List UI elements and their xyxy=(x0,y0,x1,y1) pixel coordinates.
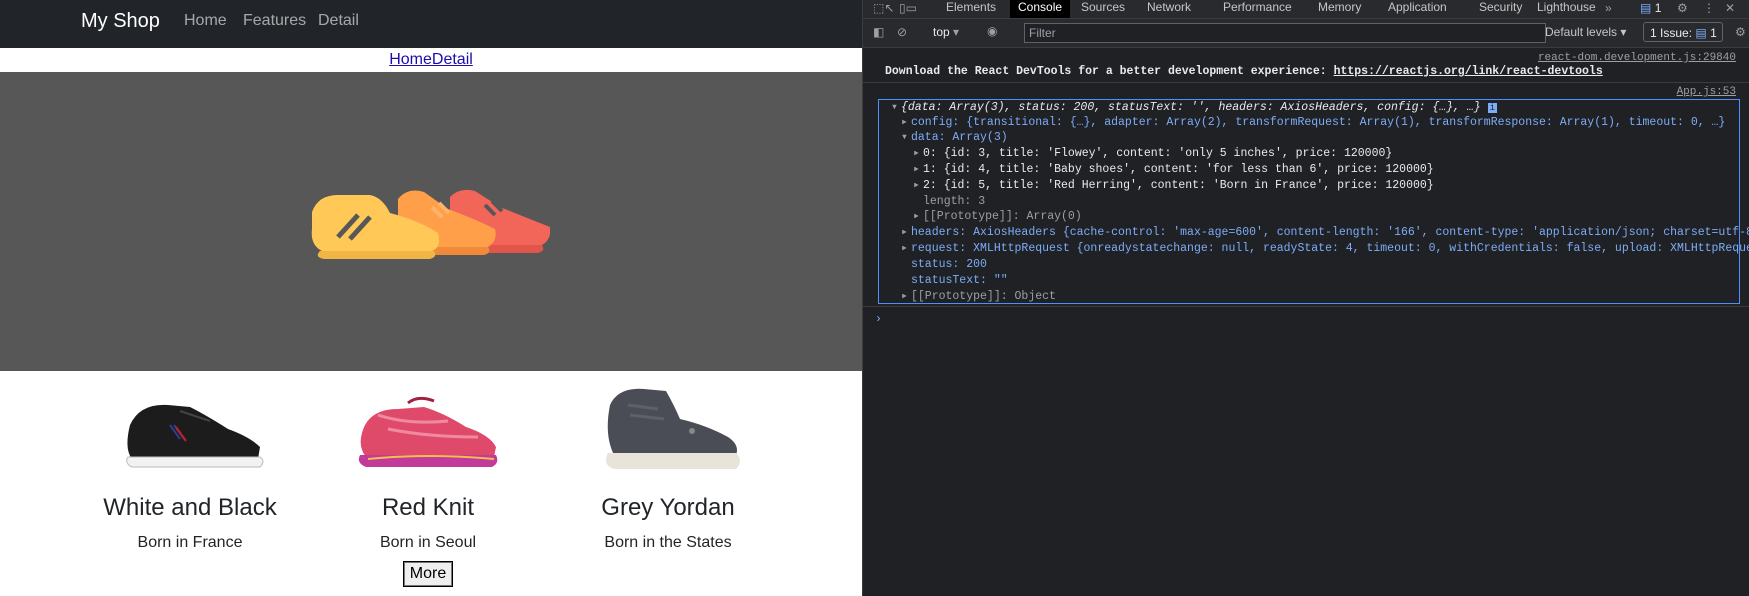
caret-down-icon[interactable]: ▾ xyxy=(901,130,911,146)
tab-network[interactable]: Network xyxy=(1139,0,1199,18)
tree-row-data[interactable]: ▾ data: Array(3) xyxy=(901,130,1749,146)
divider xyxy=(863,82,1749,83)
message-icon: ▤ xyxy=(1695,26,1707,40)
console-output: react-dom.development.js:29840 Download … xyxy=(863,48,1749,596)
brand-logo[interactable]: My Shop xyxy=(81,8,160,34)
tab-security[interactable]: Security xyxy=(1471,0,1530,18)
product-title: Red Knit xyxy=(381,494,475,521)
caret-right-icon[interactable]: ▸ xyxy=(913,209,923,225)
console-prompt[interactable]: › xyxy=(875,312,1749,328)
web-page: My Shop Home Features Detail HomeDetail xyxy=(0,0,862,596)
tree-row-proto[interactable]: ▸ [[Prototype]]: Object xyxy=(901,289,1749,305)
product-title: Grey Yordan xyxy=(601,494,735,521)
issues-button[interactable]: 1 Issue: ▤ 1 xyxy=(1643,22,1723,42)
divider xyxy=(863,306,1749,307)
product-content: Born in France xyxy=(137,534,243,551)
filter-input[interactable]: Filter xyxy=(1024,23,1546,43)
caret-right-icon[interactable]: ▸ xyxy=(901,225,911,241)
log-object-summary[interactable]: ▾ {data: Array(3), status: 200, statusTex… xyxy=(891,100,1749,116)
tree-row-config[interactable]: ▸ config: {transitional: {…}, adapter: Ar… xyxy=(901,115,1749,131)
red-knit-sneaker-image xyxy=(358,396,498,467)
caret-right-icon[interactable]: ▸ xyxy=(901,241,911,257)
tree-row-headers[interactable]: ▸ headers: AxiosHeaders {cache-control: '… xyxy=(901,225,1749,241)
clear-console-icon[interactable]: ⊘ xyxy=(897,25,907,39)
tree-row-data-item[interactable]: ▸ 2: {id: 5, title: 'Red Herring', conten… xyxy=(913,178,1749,194)
detail-link[interactable]: Detail xyxy=(432,51,473,68)
console-source-link: App.js:53 xyxy=(1676,86,1736,98)
devtools-link[interactable]: https://reactjs.org/link/react-devtools xyxy=(1334,65,1603,78)
tree-row-status: status: 200 xyxy=(911,258,987,271)
console-message: Download the React DevTools for a better… xyxy=(885,65,1603,78)
product-content: Born in the States xyxy=(604,534,732,551)
link-bar: HomeDetail xyxy=(0,48,862,72)
black-sneaker-image xyxy=(126,404,264,468)
tab-lighthouse[interactable]: Lighthouse xyxy=(1529,0,1604,18)
tab-application[interactable]: Application xyxy=(1380,0,1455,18)
settings-icon[interactable]: ⚙ xyxy=(1735,25,1746,39)
tree-row-data-item[interactable]: ▸ 0: {id: 3, title: 'Flowey', content: 'o… xyxy=(913,146,1749,162)
caret-right-icon[interactable]: ▸ xyxy=(901,289,911,305)
tree-row-data-proto[interactable]: ▸ [[Prototype]]: Array(0) xyxy=(913,209,1749,225)
caret-right-icon[interactable]: ▸ xyxy=(913,178,923,194)
product-card[interactable]: Red Knit Born in Seoul xyxy=(308,385,548,553)
eye-icon[interactable]: ◉ xyxy=(987,24,997,38)
chevron-down-icon: ▾ xyxy=(953,25,960,39)
tree-row-length: length: 3 xyxy=(923,195,986,208)
kebab-menu-icon[interactable]: ⋮ xyxy=(1703,1,1715,15)
nav-link-features[interactable]: Features xyxy=(243,10,306,32)
tab-elements[interactable]: Elements xyxy=(938,0,1004,18)
caret-down-icon[interactable]: ▾ xyxy=(891,100,901,116)
tree-row-data-item[interactable]: ▸ 1: {id: 4, title: 'Baby shoes', content… xyxy=(913,162,1749,178)
info-icon: i xyxy=(1487,103,1498,113)
product-card[interactable]: Grey Yordan Born in the States xyxy=(548,385,788,553)
sneakers-logo-icon xyxy=(311,189,550,259)
sidebar-toggle-icon[interactable]: ◧ xyxy=(873,25,884,39)
product-card[interactable]: White and Black Born in France xyxy=(70,385,310,553)
devtools-panel: ⬚↖ ▯▭ Elements Console Sources Network P… xyxy=(862,0,1749,596)
caret-right-icon[interactable]: ▸ xyxy=(913,162,923,178)
message-badge[interactable]: ▤ 1 xyxy=(1640,1,1661,15)
product-content: Born in Seoul xyxy=(379,534,477,551)
caret-right-icon[interactable]: ▸ xyxy=(901,115,911,131)
tree-row-status-text: statusText: "" xyxy=(911,274,1008,287)
tab-console[interactable]: Console xyxy=(1010,0,1071,18)
log-levels-select[interactable]: Default levels ▾ xyxy=(1545,24,1626,40)
device-toolbar-icon[interactable]: ▯▭ xyxy=(899,1,917,15)
tab-performance[interactable]: Performance xyxy=(1215,0,1300,18)
tab-memory[interactable]: Memory xyxy=(1310,0,1369,18)
tree-row-request[interactable]: ▸ request: XMLHttpRequest {onreadystatech… xyxy=(901,241,1749,257)
navbar: My Shop Home Features Detail xyxy=(0,0,862,48)
more-button[interactable]: More xyxy=(403,561,453,587)
caret-right-icon[interactable]: ▸ xyxy=(913,146,923,162)
context-select[interactable]: top ▾ xyxy=(933,24,959,40)
close-icon[interactable]: ✕ xyxy=(1725,1,1735,15)
message-icon: ▤ xyxy=(1640,1,1652,15)
product-title: White and Black xyxy=(103,494,277,521)
home-link[interactable]: Home xyxy=(389,51,432,68)
tab-sources[interactable]: Sources xyxy=(1073,0,1133,18)
devtools-tab-bar: ⬚↖ ▯▭ Elements Console Sources Network P… xyxy=(863,0,1749,19)
hero-banner xyxy=(0,72,862,371)
gear-icon[interactable]: ⚙ xyxy=(1677,1,1688,15)
console-toolbar: ◧ ⊘ top ▾ ◉ Filter Default levels ▾ 1 Is… xyxy=(863,19,1749,48)
nav-link-home[interactable]: Home xyxy=(184,10,227,32)
inspect-element-icon[interactable]: ⬚↖ xyxy=(873,1,894,15)
more-tabs-icon[interactable]: » xyxy=(1605,1,1612,15)
nav-link-detail[interactable]: Detail xyxy=(318,10,359,32)
grey-sneaker-image xyxy=(606,388,740,469)
